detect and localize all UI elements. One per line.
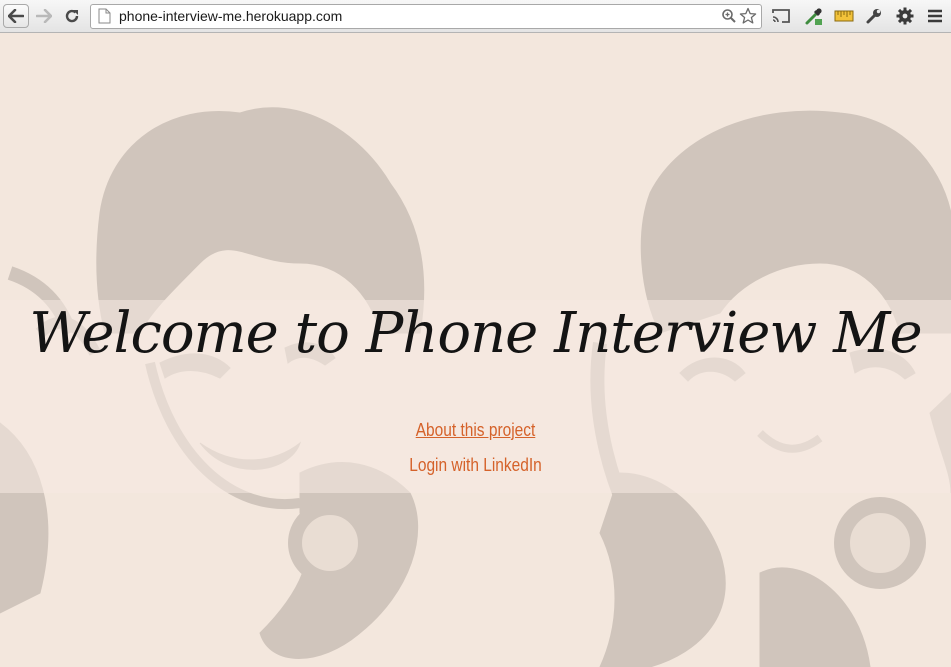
ruler-icon[interactable] bbox=[833, 5, 855, 27]
login-linkedin-link[interactable]: Login with LinkedIn bbox=[409, 455, 542, 475]
eyedropper-icon[interactable] bbox=[803, 5, 825, 27]
star-icon[interactable] bbox=[739, 7, 757, 25]
about-project-link[interactable]: About this project bbox=[416, 420, 536, 440]
back-arrow-icon bbox=[8, 9, 24, 23]
address-bar[interactable]: phone-interview-me.herokuapp.com bbox=[90, 4, 762, 29]
cast-icon[interactable] bbox=[770, 5, 792, 27]
back-button[interactable] bbox=[3, 4, 29, 28]
reload-button[interactable] bbox=[60, 4, 84, 28]
zoom-icon[interactable] bbox=[721, 8, 737, 24]
menu-icon[interactable] bbox=[924, 5, 946, 27]
browser-window: phone-interview-me.herokuapp.com Welcome… bbox=[0, 0, 951, 667]
wrench-icon[interactable] bbox=[863, 5, 885, 27]
page-title: Welcome to Phone Interview Me bbox=[29, 301, 922, 366]
forward-arrow-icon bbox=[36, 9, 52, 23]
reload-icon bbox=[65, 9, 79, 23]
gear-icon[interactable] bbox=[894, 5, 916, 27]
url-text[interactable]: phone-interview-me.herokuapp.com bbox=[119, 8, 342, 24]
forward-button[interactable] bbox=[32, 4, 56, 28]
page-content: Welcome to Phone Interview Me About this… bbox=[0, 33, 951, 667]
browser-toolbar: phone-interview-me.herokuapp.com bbox=[0, 0, 951, 33]
page-icon bbox=[98, 8, 111, 24]
